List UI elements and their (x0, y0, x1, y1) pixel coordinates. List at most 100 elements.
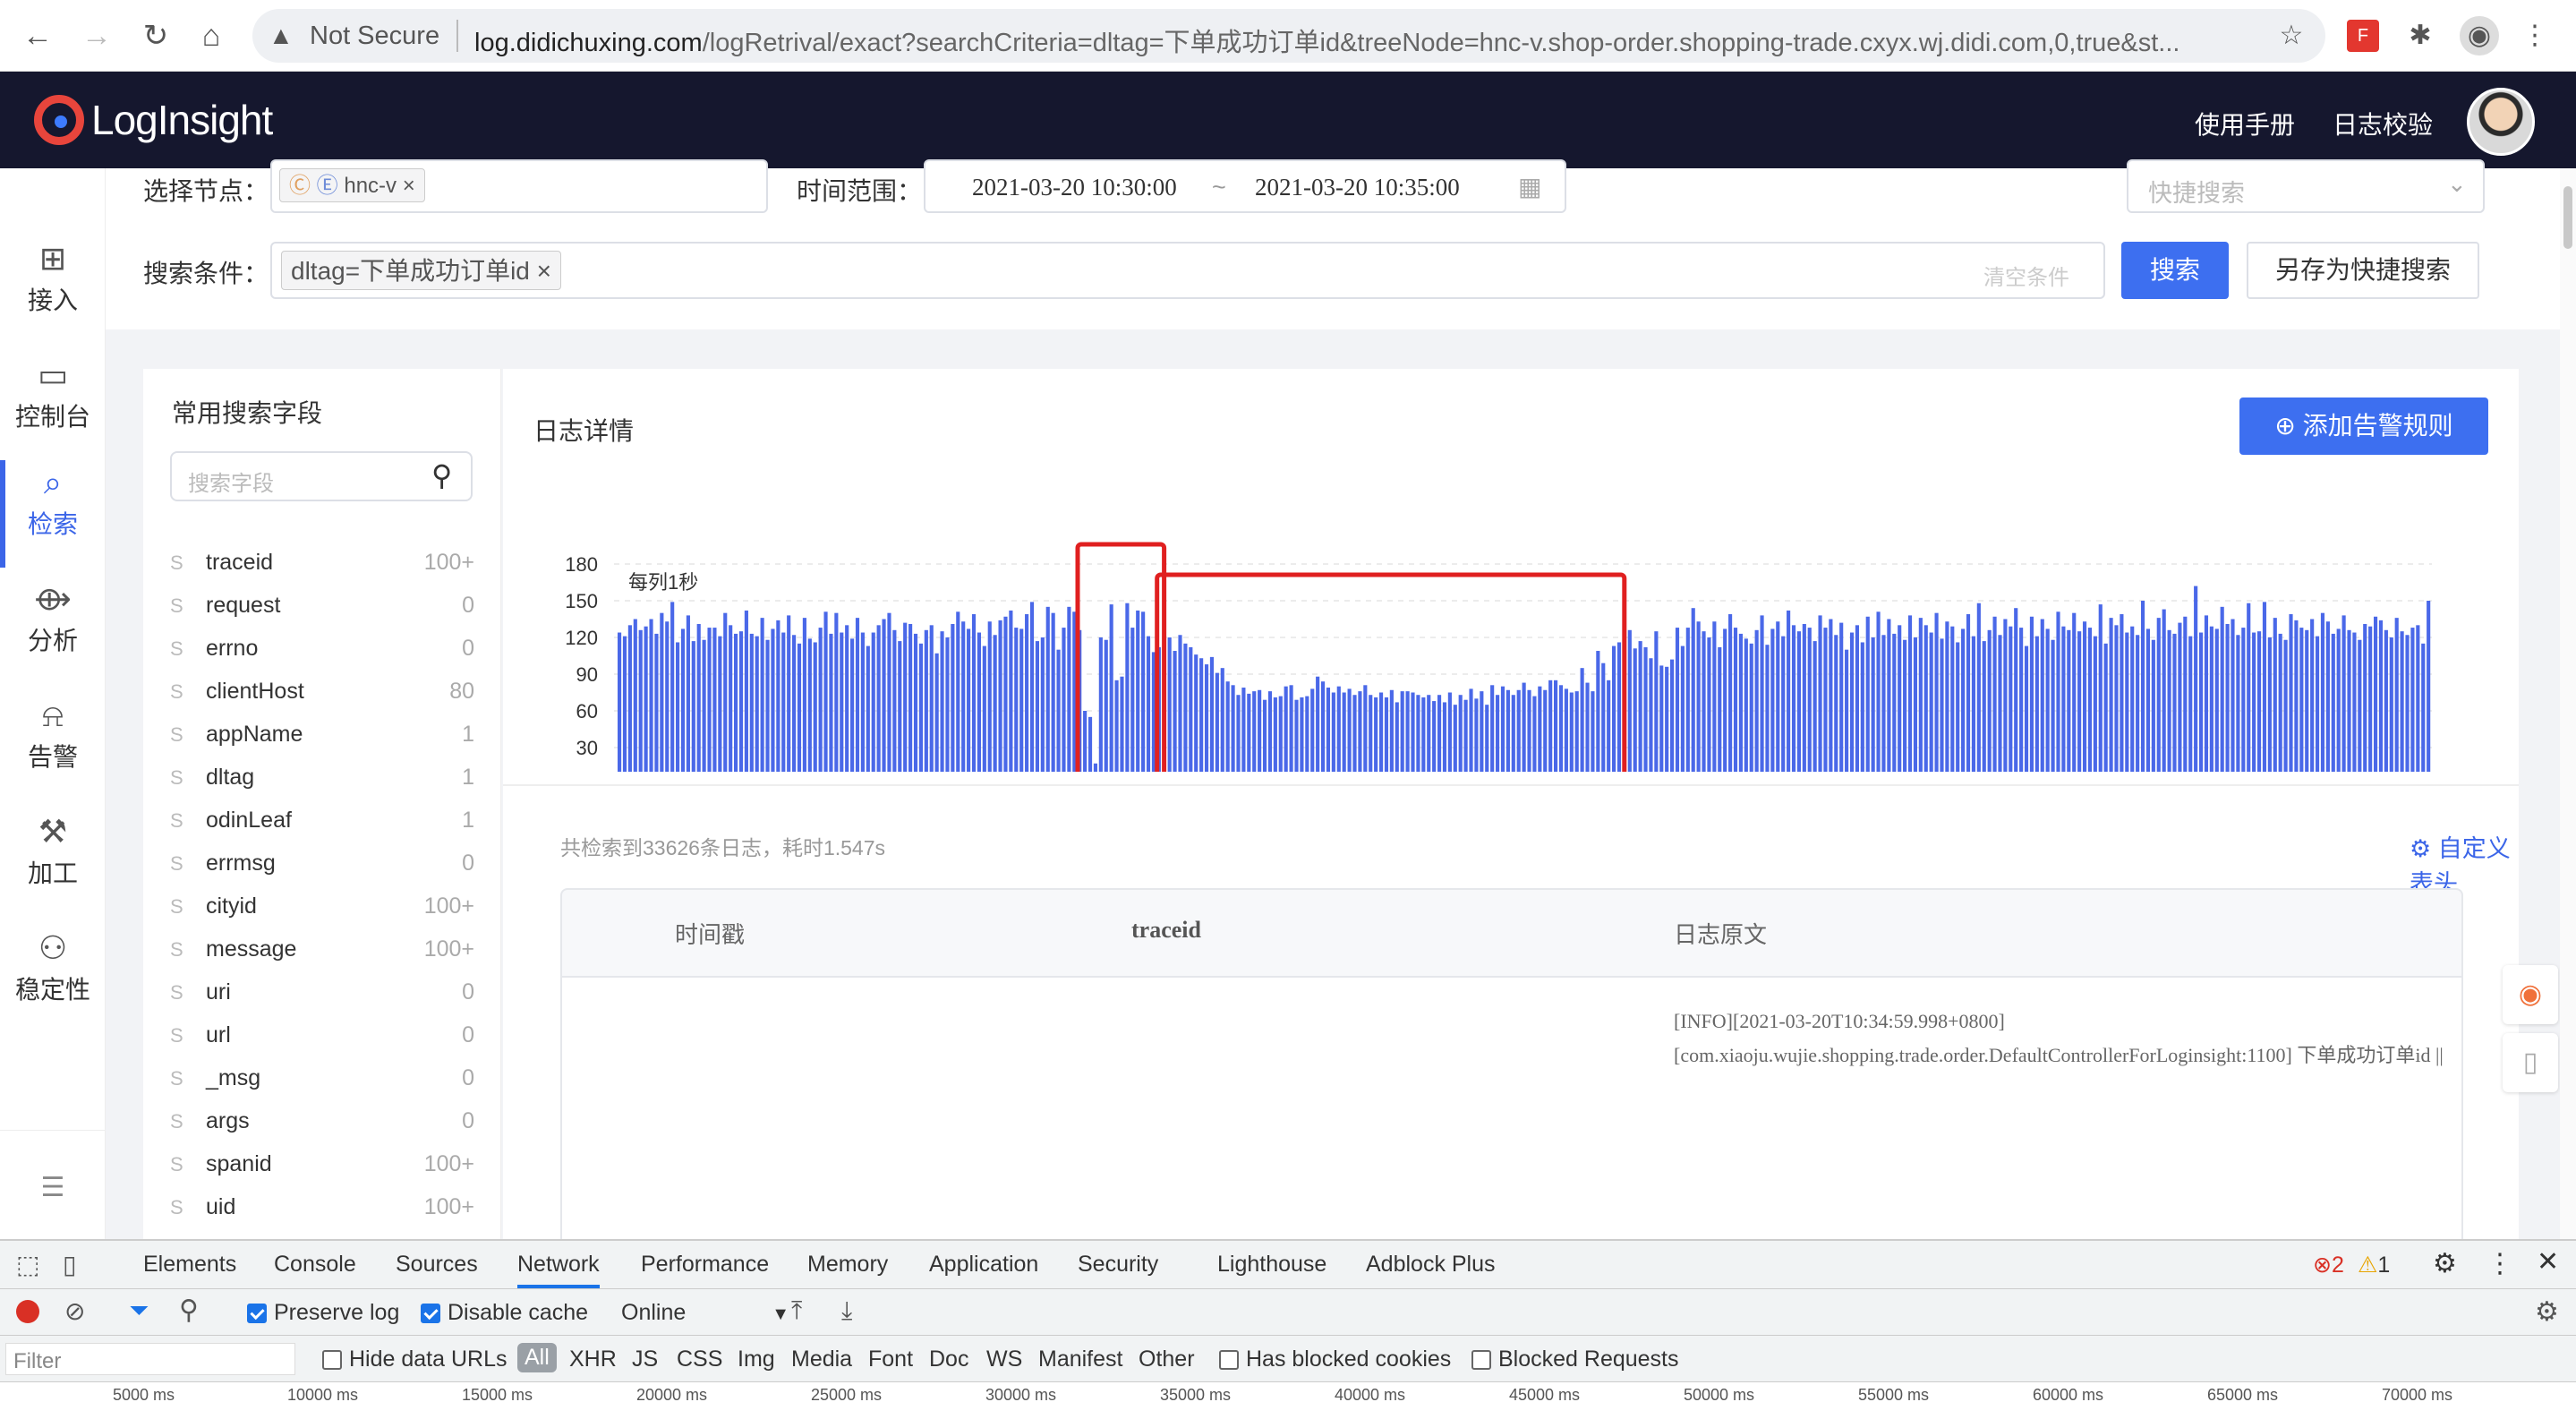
type-filter-img[interactable]: Img (738, 1346, 775, 1372)
field-item-message[interactable]: Smessage 100+ (170, 929, 474, 972)
type-filter-js[interactable]: JS (632, 1346, 658, 1372)
field-item-odinLeaf[interactable]: SodinLeaf 1 (170, 800, 474, 843)
type-filter-font[interactable]: Font (868, 1346, 913, 1372)
profile-icon[interactable]: ◉ (2460, 16, 2499, 56)
scrollbar-thumb[interactable] (2563, 186, 2572, 249)
type-filter-media[interactable]: Media (791, 1346, 852, 1372)
column-header-timestamp[interactable]: 时间戳 (675, 917, 745, 950)
filter-input[interactable]: Filter (5, 1343, 295, 1375)
back-arrow-icon[interactable]: ← (18, 16, 57, 56)
field-item-errmsg[interactable]: Serrmsg 0 (170, 843, 474, 886)
sidebar-item-search[interactable]: ⌕ 检索 (0, 460, 106, 568)
more-menu-icon[interactable]: ⋮ (2515, 16, 2555, 56)
type-filter-css[interactable]: CSS (677, 1346, 722, 1372)
node-tag[interactable]: Ⓒ Ⓔ hnc-v × (279, 168, 425, 202)
hide-data-urls-checkbox[interactable]: Hide data URLs (322, 1346, 507, 1372)
devtools-close-icon[interactable]: ✕ (2537, 1246, 2559, 1278)
devtools-tab-network[interactable]: Network (517, 1252, 600, 1288)
field-item-url[interactable]: Surl 0 (170, 1015, 474, 1058)
search-icon[interactable]: ⚲ (179, 1295, 199, 1326)
export-har-icon[interactable]: ⤓ (841, 1296, 852, 1326)
page-scrollbar[interactable] (2560, 168, 2576, 1239)
field-item-args[interactable]: Sargs 0 (170, 1101, 474, 1144)
inspect-element-icon[interactable]: ⬚ (16, 1250, 39, 1279)
forward-arrow-icon[interactable]: → (77, 16, 116, 56)
criteria-input[interactable]: dltag=下单成功订单id × 清空条件 (270, 242, 2105, 299)
devtools-tab-lighthouse[interactable]: Lighthouse (1217, 1252, 1326, 1278)
type-filter-doc[interactable]: Doc (929, 1346, 968, 1372)
reload-icon[interactable]: ↻ (136, 16, 175, 56)
field-item-msg[interactable]: S _msg 0 (170, 1058, 474, 1101)
type-filter-other[interactable]: Other (1139, 1346, 1195, 1372)
clear-criteria-link[interactable]: 清空条件 (1983, 260, 2069, 291)
column-header-traceid[interactable]: traceid (1131, 917, 1201, 944)
devtools-tab-elements[interactable]: Elements (143, 1252, 236, 1278)
node-select[interactable]: Ⓒ Ⓔ hnc-v × (270, 159, 768, 213)
devtools-tab-security[interactable]: Security (1078, 1252, 1158, 1278)
devtools-tab-sources[interactable]: Sources (396, 1252, 478, 1278)
type-filter-ws[interactable]: WS (986, 1346, 1022, 1372)
field-item-spanid[interactable]: Sspanid 100+ (170, 1144, 474, 1187)
add-alarm-rule-button[interactable]: ⊕ 添加告警规则 (2239, 398, 2488, 455)
device-toolbar-icon[interactable]: ▯ (63, 1250, 76, 1279)
devtools-more-icon[interactable]: ⋮ (2486, 1248, 2513, 1279)
import-har-icon[interactable]: ⤒ (791, 1296, 802, 1326)
avatar[interactable] (2467, 88, 2535, 156)
blocked-requests-checkbox[interactable]: Blocked Requests (1471, 1346, 1679, 1372)
address-bar[interactable]: ▲ Not Secure log.didichuxing.com/logRetr… (252, 9, 2325, 63)
network-timeline-overview[interactable]: 5000 ms 10000 ms 15000 ms 20000 ms 25000 ms 3… (0, 1382, 2576, 1402)
feedback-icon[interactable]: ◉ (2503, 965, 2558, 1024)
sidebar-item-stability[interactable]: ⚇ 稳定性 (0, 926, 106, 1024)
devtools-tab-adblock[interactable]: Adblock Plus (1366, 1252, 1496, 1278)
close-icon[interactable]: × (403, 174, 415, 198)
calendar-icon[interactable]: ▦ (1518, 172, 1541, 201)
field-item-clientHost[interactable]: SclientHost 80 (170, 671, 474, 714)
type-filter-manifest[interactable]: Manifest (1038, 1346, 1122, 1372)
sidebar-item-console[interactable]: ▭ 控制台 (0, 353, 106, 451)
search-button[interactable]: 搜索 (2121, 242, 2229, 299)
devtools-tab-memory[interactable]: Memory (807, 1252, 888, 1278)
close-icon[interactable]: × (537, 257, 551, 285)
sidebar-item-alarm[interactable]: ⍾ 告警 (0, 693, 106, 791)
sidebar-item-analysis[interactable]: ⟴ 分析 (0, 577, 106, 675)
search-icon[interactable]: ⚲ (431, 458, 452, 492)
field-search-input[interactable]: 搜索字段 ⚲ (170, 451, 473, 501)
log-verify-link[interactable]: 日志校验 (2333, 106, 2433, 141)
time-range-picker[interactable]: 2021-03-20 10:30:00 ~ 2021-03-20 10:35:0… (924, 159, 1566, 213)
error-count[interactable]: ⊗2 (2313, 1252, 2344, 1278)
disable-cache-checkbox[interactable]: Disable cache (421, 1300, 588, 1326)
has-blocked-cookies-checkbox[interactable]: Has blocked cookies (1219, 1346, 1451, 1372)
url-text[interactable]: log.didichuxing.com/logRetrival/exact?se… (474, 21, 2444, 59)
field-item-uid[interactable]: Suid 100+ (170, 1187, 474, 1230)
field-item-cityid[interactable]: Scityid 100+ (170, 886, 474, 929)
devtools-tab-console[interactable]: Console (274, 1252, 356, 1278)
bookmark-icon[interactable]: ▯ (2503, 1033, 2558, 1092)
user-manual-link[interactable]: 使用手册 (2195, 106, 2295, 141)
field-item-uri[interactable]: Suri 0 (170, 972, 474, 1015)
criteria-tag[interactable]: dltag=下单成功订单id × (281, 251, 562, 290)
log-row-raw-text[interactable]: [INFO][2021-03-20T10:34:59.998+0800][com… (1674, 1004, 2461, 1067)
save-quick-search-button[interactable]: 另存为快捷搜索 (2247, 242, 2479, 299)
field-item-errno[interactable]: Serrno 0 (170, 628, 474, 671)
field-item-dltag[interactable]: Sdltag 1 (170, 757, 474, 800)
time-start[interactable]: 2021-03-20 10:30:00 (972, 174, 1177, 201)
throttle-select[interactable]: Online ▼ (621, 1300, 789, 1326)
network-settings-gear-icon[interactable]: ⚙ (2535, 1296, 2559, 1328)
record-button[interactable] (16, 1300, 39, 1323)
sidebar-item-process[interactable]: ⚒ 加工 (0, 809, 106, 908)
devtools-tab-application[interactable]: Application (929, 1252, 1038, 1278)
clear-icon[interactable]: ⊘ (64, 1296, 85, 1326)
sidebar-collapse-button[interactable]: ☰ (0, 1166, 106, 1219)
field-item-request[interactable]: Srequest 0 (170, 586, 474, 628)
settings-gear-icon[interactable]: ⚙ (2433, 1248, 2457, 1279)
field-item-appName[interactable]: SappName 1 (170, 714, 474, 757)
type-filter-xhr[interactable]: XHR (569, 1346, 617, 1372)
warning-count[interactable]: ⚠1 (2358, 1252, 2390, 1278)
filter-funnel-icon[interactable]: ⏷ (129, 1296, 149, 1326)
fe-extension-icon[interactable]: F (2347, 20, 2379, 52)
app-logo[interactable]: LogInsight (34, 93, 273, 147)
quick-search-select[interactable]: 快捷搜索 ⌄ (2127, 159, 2485, 213)
bookmark-star-icon[interactable]: ☆ (2272, 16, 2311, 56)
type-filter-all[interactable]: All (517, 1343, 557, 1372)
field-item-traceid[interactable]: Straceid 100+ (170, 543, 474, 586)
